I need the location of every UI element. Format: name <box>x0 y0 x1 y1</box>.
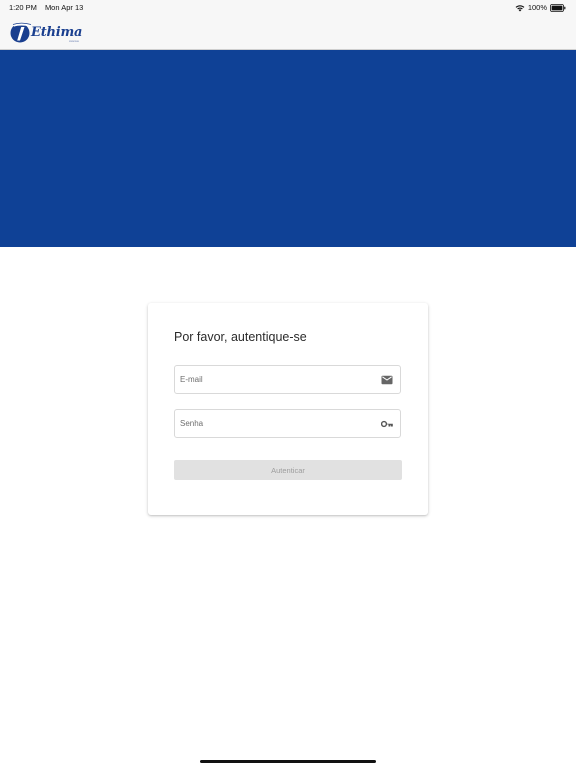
logo-subtext: sistemas <box>69 40 79 43</box>
status-date: Mon Apr 13 <box>44 3 84 12</box>
logo-text: Ethima <box>31 25 83 40</box>
status-left: 1:20 PM Mon Apr 13 <box>9 3 83 12</box>
wifi-icon <box>515 4 525 12</box>
autenticar-button[interactable]: Autenticar <box>174 460 402 480</box>
logo-mark-icon <box>9 21 33 48</box>
app-header: Ethima sistemas <box>0 14 576 50</box>
login-title: Por favor, autentique-se <box>174 330 307 344</box>
ethima-logo: Ethima sistemas <box>9 19 89 45</box>
battery-icon <box>550 3 566 12</box>
mail-icon <box>381 375 393 385</box>
status-time: 1:20 PM <box>9 3 37 12</box>
battery-percent: 100% <box>527 3 547 12</box>
home-indicator <box>200 760 376 763</box>
password-input[interactable] <box>180 410 370 437</box>
key-icon <box>381 419 393 429</box>
status-bar: 1:20 PM Mon Apr 13 100% <box>0 0 576 14</box>
password-field[interactable] <box>174 409 401 438</box>
email-input[interactable] <box>180 366 370 393</box>
status-right: 100% <box>515 3 566 12</box>
login-card: Por favor, autentique-se Autenticar <box>148 303 428 515</box>
hero-banner <box>0 50 576 247</box>
email-field[interactable] <box>174 365 401 394</box>
